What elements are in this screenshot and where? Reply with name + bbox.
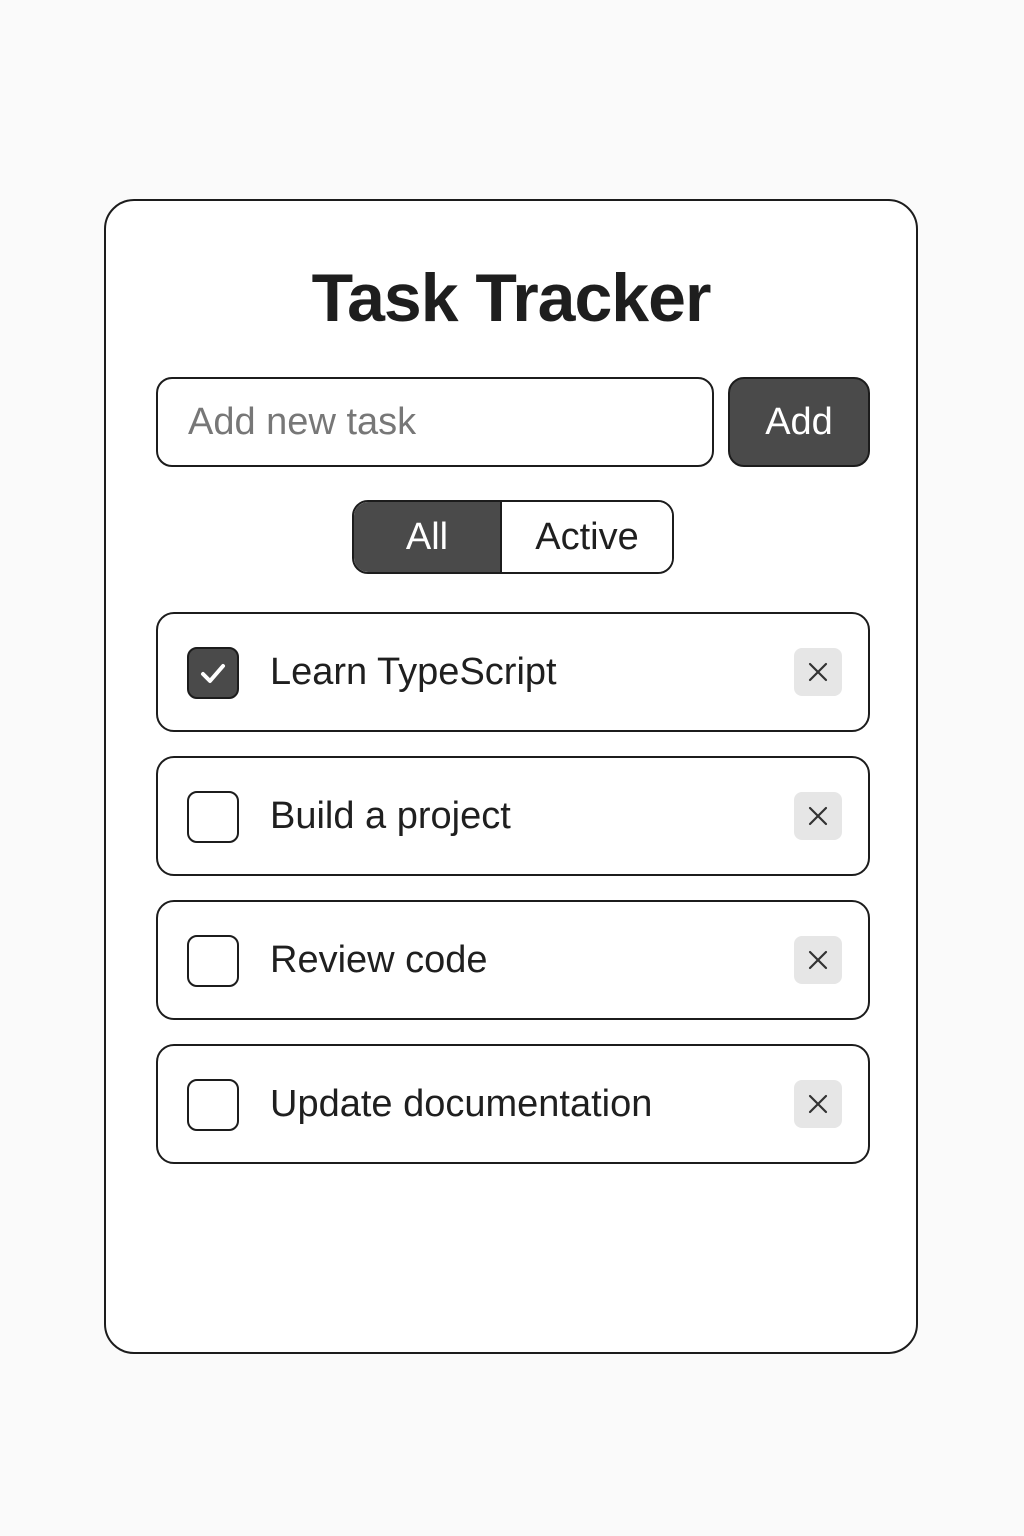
delete-task-button[interactable]: [794, 792, 842, 840]
close-icon: [808, 950, 828, 970]
task-label: Review code: [270, 939, 488, 981]
task-checkbox[interactable]: [187, 791, 239, 843]
task-checkbox[interactable]: [187, 647, 239, 699]
task-label: Learn TypeScript: [270, 651, 557, 693]
new-task-input[interactable]: [156, 377, 714, 467]
task-checkbox[interactable]: [187, 935, 239, 987]
add-task-button[interactable]: Add: [728, 377, 870, 467]
task-checkbox[interactable]: [187, 1079, 239, 1131]
close-icon: [808, 1094, 828, 1114]
task-list: Learn TypeScript Build a project Review …: [156, 612, 870, 1188]
delete-task-button[interactable]: [794, 1080, 842, 1128]
close-icon: [808, 662, 828, 682]
task-item: Review code: [156, 900, 870, 1020]
task-label: Build a project: [270, 795, 511, 837]
task-item: Learn TypeScript: [156, 612, 870, 732]
delete-task-button[interactable]: [794, 936, 842, 984]
task-label: Update documentation: [270, 1083, 653, 1125]
task-tracker-card: Task Tracker Add All Active Learn TypeSc…: [104, 199, 918, 1354]
close-icon: [808, 806, 828, 826]
delete-task-button[interactable]: [794, 648, 842, 696]
filter-active-button[interactable]: Active: [502, 502, 672, 572]
task-item: Update documentation: [156, 1044, 870, 1164]
filter-toggle: All Active: [352, 500, 674, 574]
page-title: Task Tracker: [311, 260, 712, 336]
check-icon: [201, 664, 225, 683]
filter-all-button[interactable]: All: [354, 502, 502, 572]
task-item: Build a project: [156, 756, 870, 876]
